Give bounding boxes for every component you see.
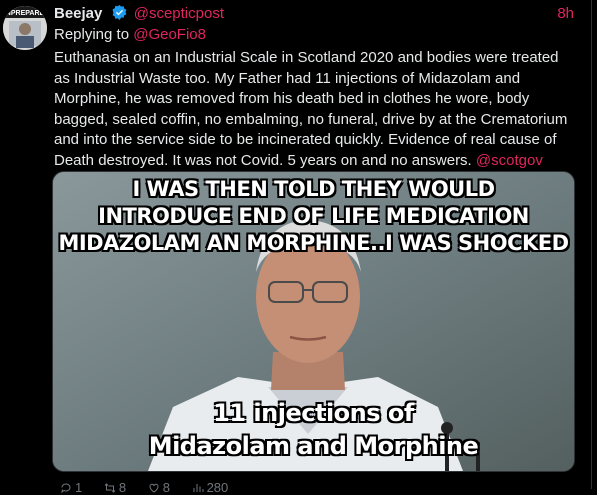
caption-line: 11 injections of (213, 399, 414, 427)
like-count: 8 (162, 480, 170, 495)
caption-line: I WAS THEN TOLD THEY WOULD (132, 177, 495, 201)
avatar-logo-text: UNPREPARED (3, 10, 47, 17)
view-count: 280 (206, 480, 229, 495)
reply-count: 1 (75, 480, 83, 495)
caption-line: INTRODUCE END OF LIFE MEDICATION (98, 204, 529, 228)
tweet-text: Euthanasia on an Industrial Scale in Sco… (54, 48, 574, 171)
display-name[interactable]: Beejay (54, 5, 102, 22)
reply-button[interactable]: 1 (60, 480, 82, 495)
retweet-count: 8 (118, 480, 127, 495)
tweet-header: Beejay @scepticpost 8h (54, 4, 574, 24)
retweet-icon (104, 483, 116, 493)
reply-icon (61, 483, 71, 494)
timestamp[interactable]: 8h (557, 4, 574, 24)
caption-line: Midazolam and Morphine (148, 432, 479, 460)
replying-to-label: Replying to (54, 26, 134, 43)
user-handle[interactable]: @scepticpost (134, 5, 224, 22)
media-caption-top: I WAS THEN TOLD THEY WOULD INTRODUCE END… (53, 176, 574, 257)
like-button[interactable]: 8 (148, 480, 170, 495)
retweet-button[interactable]: 8 (104, 480, 126, 495)
views-icon (193, 484, 204, 492)
avatar[interactable]: UNPREPARED (3, 6, 47, 50)
body-mention-link[interactable]: @scotgov (476, 152, 543, 169)
reply-mention-link[interactable]: @GeoFio8 (133, 26, 206, 43)
verified-badge-icon (112, 5, 126, 20)
heart-icon (149, 483, 159, 493)
caption-line: MIDAZOLAM AN MORPHINE..I WAS SHOCKED (58, 231, 569, 255)
views-button[interactable]: 280 (192, 480, 229, 495)
replying-to: Replying to @GeoFio8 (54, 25, 206, 45)
media-caption-bottom: 11 injections of Midazolam and Morphine (53, 397, 574, 463)
tweet-media-image[interactable]: I WAS THEN TOLD THEY WOULD INTRODUCE END… (52, 171, 575, 472)
avatar-image: UNPREPARED (3, 6, 47, 50)
tweet[interactable]: UNPREPARED Beejay @scepticpost 8h Replyi… (0, 0, 592, 495)
tweet-actions: 1 8 8 280 (60, 480, 380, 495)
